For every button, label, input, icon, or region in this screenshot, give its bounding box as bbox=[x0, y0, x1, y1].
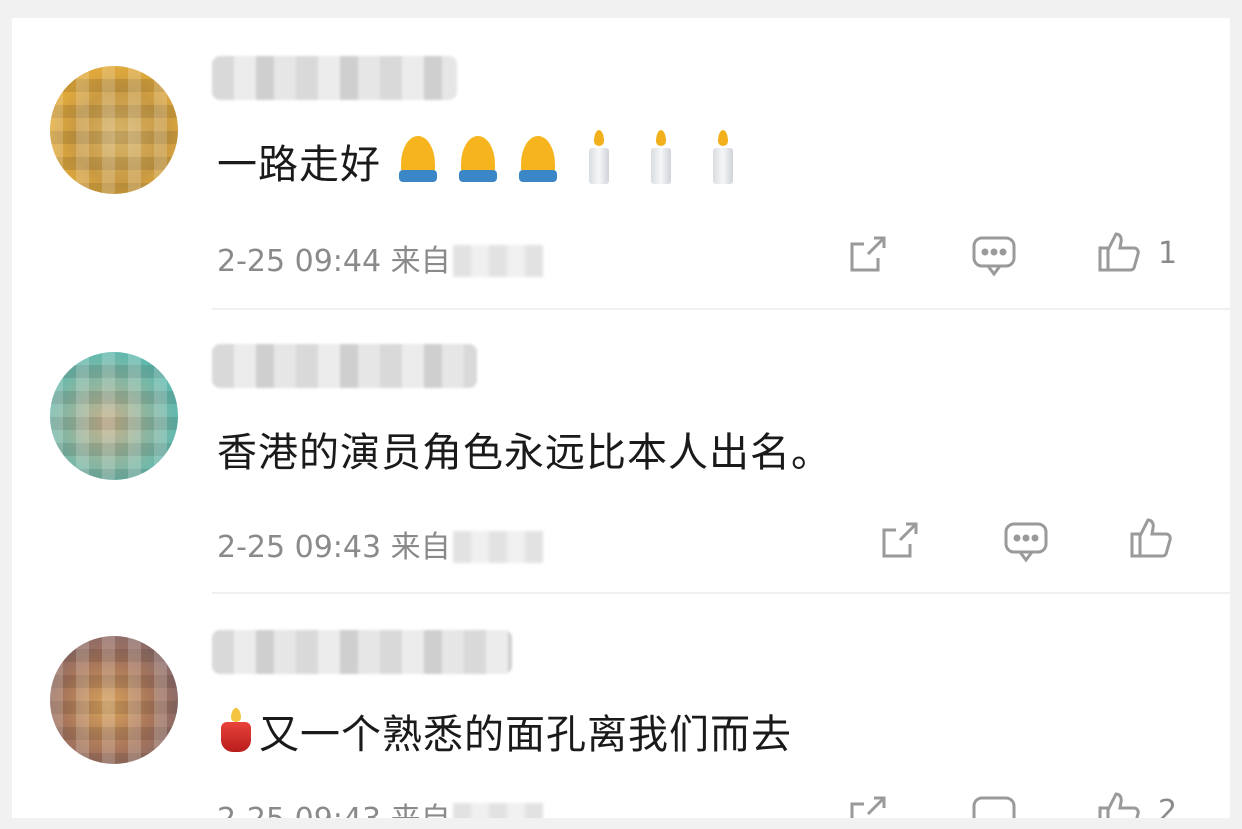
avatar[interactable] bbox=[50, 636, 178, 764]
comment-item: 一路走好 2-25 09:44 来自 1 bbox=[12, 18, 1230, 310]
red-candle-emoji bbox=[217, 708, 255, 754]
comment-icon[interactable] bbox=[970, 792, 1018, 818]
comment-icon[interactable] bbox=[1002, 518, 1050, 564]
candle-emoji bbox=[639, 130, 685, 186]
comment-text: 又一个熟悉的面孔离我们而去 bbox=[217, 702, 792, 760]
comment-time: 2-25 09:43 bbox=[217, 530, 382, 565]
comment-list: 一路走好 2-25 09:44 来自 1 香港的演员角色永远比本人出名。 2-2… bbox=[12, 18, 1230, 818]
share-icon[interactable] bbox=[844, 232, 890, 278]
avatar[interactable] bbox=[50, 66, 178, 194]
like-icon[interactable] bbox=[1096, 788, 1142, 818]
folded-hands-emoji bbox=[455, 134, 501, 186]
comment-source-prefix: 来自 bbox=[390, 530, 451, 565]
comment-source-prefix: 来自 bbox=[391, 802, 451, 818]
comment-text: 香港的演员角色永远比本人出名。 bbox=[217, 420, 832, 478]
share-icon[interactable] bbox=[876, 518, 922, 564]
like-icon[interactable] bbox=[1096, 228, 1142, 276]
share-icon[interactable] bbox=[844, 792, 890, 818]
folded-hands-emoji bbox=[395, 134, 441, 186]
username-blurred[interactable] bbox=[212, 630, 512, 674]
comment-meta: 2-25 09:43 来自 bbox=[217, 794, 543, 818]
comment-source-blurred bbox=[452, 803, 543, 818]
like-icon[interactable] bbox=[1128, 514, 1174, 562]
like-count: 1 bbox=[1158, 236, 1178, 271]
comment-item: 又一个熟悉的面孔离我们而去 2-25 09:43 来自 bbox=[12, 590, 1230, 818]
username-blurred[interactable] bbox=[212, 56, 457, 100]
candle-emoji bbox=[701, 130, 747, 186]
comment-text-content: 又一个熟悉的面孔离我们而去 bbox=[259, 712, 792, 758]
comment-source-prefix: 来自 bbox=[390, 244, 451, 279]
comment-time: 2-25 09:44 bbox=[217, 244, 382, 279]
comment-text: 一路走好 bbox=[217, 130, 747, 190]
comment-source-blurred bbox=[452, 531, 543, 563]
avatar[interactable] bbox=[50, 352, 178, 480]
comment-meta: 2-25 09:43 来自 bbox=[217, 522, 543, 566]
comment-icon[interactable] bbox=[970, 232, 1018, 278]
like-count: 2 bbox=[1158, 794, 1178, 818]
folded-hands-emoji bbox=[515, 134, 561, 186]
screenshot: 一路走好 2-25 09:44 来自 1 香港的演员角色永远比本人出名。 2-2… bbox=[0, 0, 1242, 829]
username-blurred[interactable] bbox=[212, 344, 477, 388]
comment-source-blurred bbox=[452, 245, 543, 277]
comment-text-content: 一路走好 bbox=[217, 142, 381, 188]
comment-meta: 2-25 09:44 来自 bbox=[217, 236, 543, 280]
comment-text-content: 香港的演员角色永远比本人出名。 bbox=[217, 430, 832, 476]
candle-emoji bbox=[577, 130, 623, 186]
comment-time: 2-25 09:43 bbox=[217, 802, 381, 818]
comment-item: 香港的演员角色永远比本人出名。 2-25 09:43 来自 bbox=[12, 304, 1230, 594]
